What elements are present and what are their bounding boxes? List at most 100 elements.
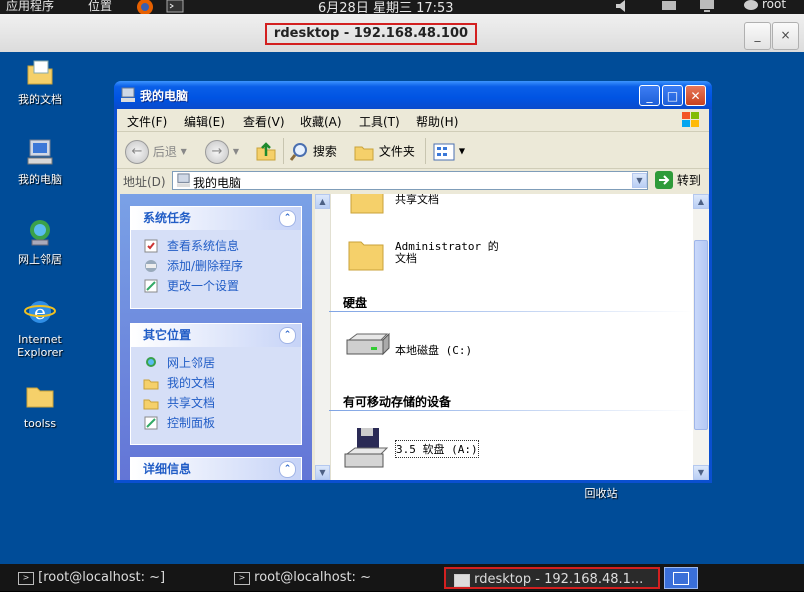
task-label: 更改一个设置 xyxy=(167,279,240,293)
internet-explorer-icon: e xyxy=(24,300,56,324)
remote-desktop: 我的文档 我的电脑 网上邻居 e Internet Explorer tools… xyxy=(0,52,804,564)
collapse-icon[interactable]: ⌃ xyxy=(279,461,296,478)
left-scrollbar[interactable]: ▲ ▼ xyxy=(315,194,331,480)
up-folder-icon[interactable] xyxy=(255,140,277,162)
clock[interactable]: 6月28日 星期三 17:53 xyxy=(318,0,454,14)
panel-title: 其它位置 xyxy=(143,328,192,342)
scroll-down-button[interactable]: ▼ xyxy=(315,465,330,480)
maximize-button[interactable]: □ xyxy=(662,85,683,106)
chat-icon[interactable] xyxy=(742,0,760,14)
back-button[interactable]: ← 后退 ▼ xyxy=(125,140,187,164)
workspace-icon xyxy=(673,572,689,585)
close-button[interactable]: ✕ xyxy=(685,85,706,106)
collapse-icon[interactable]: ⌃ xyxy=(279,210,296,227)
desktop-icon-my-documents[interactable]: 我的文档 xyxy=(0,56,80,106)
menu-file[interactable]: 文件(F) xyxy=(127,113,167,130)
desktop-icon-network-places[interactable]: 网上邻居 xyxy=(0,216,80,266)
scroll-down-button[interactable]: ▼ xyxy=(693,465,709,480)
firefox-icon[interactable] xyxy=(136,0,154,14)
applications-menu[interactable]: 应用程序 xyxy=(6,0,54,14)
place-shared-documents[interactable]: 共享文档 xyxy=(131,393,301,413)
menu-bar: 文件(F) 编辑(E) 查看(V) 收藏(A) 工具(T) 帮助(H) xyxy=(117,109,709,132)
panel-header[interactable]: 其它位置 ⌃ xyxy=(131,324,301,347)
user-menu[interactable]: root xyxy=(762,0,786,11)
desktop-icon-internet-explorer[interactable]: e Internet Explorer xyxy=(0,296,80,359)
my-computer-small-icon xyxy=(121,87,135,102)
menu-edit[interactable]: 编辑(E) xyxy=(184,113,225,130)
rdesktop-titlebar[interactable]: rdesktop - 192.168.48.100 _ × xyxy=(0,14,804,53)
task-terminal-2[interactable]: > root@localhost: ~ xyxy=(234,567,371,589)
terminal-icon: > xyxy=(234,571,250,585)
item-administrator-documents[interactable]: Administrator 的文档 xyxy=(395,241,507,265)
search-label: 搜索 xyxy=(312,144,337,159)
menu-tools[interactable]: 工具(T) xyxy=(359,113,400,130)
place-network[interactable]: 网上邻居 xyxy=(131,353,301,373)
bottom-taskbar: > [root@localhost: ~] > root@localhost: … xyxy=(0,564,804,591)
menu-view[interactable]: 查看(V) xyxy=(243,113,285,130)
network-places-icon xyxy=(146,357,156,367)
menu-favorites[interactable]: 收藏(A) xyxy=(300,113,342,130)
folders-button[interactable]: 文件夹 xyxy=(353,140,415,162)
item-local-disk[interactable]: 本地磁盘 (C:) xyxy=(395,342,472,358)
go-button[interactable]: 转到 xyxy=(655,171,701,189)
rdesktop-minimize-button[interactable]: _ xyxy=(744,22,771,50)
address-label: 地址(D) xyxy=(123,175,166,189)
panel-header[interactable]: 详细信息 ⌃ xyxy=(131,458,301,480)
my-computer-icon xyxy=(27,139,53,165)
panel-header[interactable]: 系统任务 ⌃ xyxy=(131,207,301,230)
task-rdesktop[interactable]: rdesktop - 192.168.48.1... xyxy=(444,567,660,589)
toolbar-separator xyxy=(425,138,426,164)
address-field[interactable]: 我的电脑 ▼ xyxy=(172,171,648,190)
item-floppy-drive[interactable]: 3.5 软盘 (A:) xyxy=(395,440,479,458)
desktop-icon-toolss[interactable]: toolss xyxy=(0,380,80,430)
windows-logo-icon xyxy=(682,112,699,127)
scroll-up-button[interactable]: ▲ xyxy=(315,194,330,209)
place-my-documents[interactable]: 我的文档 xyxy=(131,373,301,393)
scroll-up-button[interactable]: ▲ xyxy=(693,194,709,209)
window-titlebar[interactable]: 我的电脑 _ □ ✕ xyxy=(114,81,712,109)
place-control-panel[interactable]: 控制面板 xyxy=(131,413,301,433)
desktop-icon-label: toolss xyxy=(23,417,57,430)
terminal-launcher-icon[interactable] xyxy=(166,0,184,14)
scroll-thumb[interactable] xyxy=(694,240,708,430)
control-panel-icon xyxy=(144,279,158,293)
views-icon xyxy=(433,143,455,160)
network-icon[interactable] xyxy=(660,0,678,14)
folder-icon xyxy=(348,241,384,271)
task-add-remove-programs[interactable]: 添加/删除程序 xyxy=(131,256,301,276)
control-panel-icon xyxy=(144,416,158,430)
menu-help[interactable]: 帮助(H) xyxy=(416,113,458,130)
add-remove-icon xyxy=(145,260,157,272)
forward-button[interactable]: → ▼ xyxy=(205,140,239,164)
desktop-icon-label: 我的电脑 xyxy=(18,173,62,186)
my-computer-window[interactable]: 我的电脑 _ □ ✕ 文件(F) 编辑(E) 查看(V) 收藏(A) 工具(T)… xyxy=(114,81,712,483)
volume-icon[interactable] xyxy=(614,0,632,14)
task-view-system-info[interactable]: 查看系统信息 xyxy=(131,236,301,256)
toolbar: ← 后退 ▼ → ▼ 搜索 文件夹 ▼ xyxy=(117,132,709,169)
desktop-icon-label: Internet Explorer xyxy=(17,333,63,359)
group-divider xyxy=(329,410,693,411)
search-button[interactable]: 搜索 xyxy=(289,140,337,162)
dropdown-arrow-icon: ▼ xyxy=(232,147,239,156)
collapse-icon[interactable]: ⌃ xyxy=(279,327,296,344)
views-button[interactable]: ▼ xyxy=(433,140,465,162)
desktop-icon-my-computer[interactable]: 我的电脑 xyxy=(0,136,80,186)
workspace-switcher[interactable] xyxy=(664,567,698,589)
item-shared-documents[interactable]: 共享文档 xyxy=(395,194,439,207)
minimize-button[interactable]: _ xyxy=(639,85,660,106)
group-header-removable: 有可移动存储的设备 xyxy=(343,395,452,409)
place-label: 网上邻居 xyxy=(167,356,216,370)
task-change-setting[interactable]: 更改一个设置 xyxy=(131,276,301,296)
content-pane: ▲ ▼ 共享文档 Administrator 的文档 硬盘 本地磁盘 (C:) … xyxy=(315,194,709,480)
task-terminal-1[interactable]: > [root@localhost: ~] xyxy=(18,567,165,589)
back-label: 后退 xyxy=(152,145,177,159)
dropdown-arrow-icon: ▼ xyxy=(180,147,187,156)
places-menu[interactable]: 位置 xyxy=(88,0,112,14)
display-icon[interactable] xyxy=(698,0,716,14)
place-label: 控制面板 xyxy=(167,416,216,430)
window-icon xyxy=(454,573,470,587)
address-dropdown-button[interactable]: ▼ xyxy=(632,173,647,188)
right-scrollbar[interactable]: ▲ ▼ xyxy=(693,194,709,480)
rdesktop-close-button[interactable]: × xyxy=(772,22,799,50)
desktop-icon-label: 回收站 xyxy=(584,487,618,500)
